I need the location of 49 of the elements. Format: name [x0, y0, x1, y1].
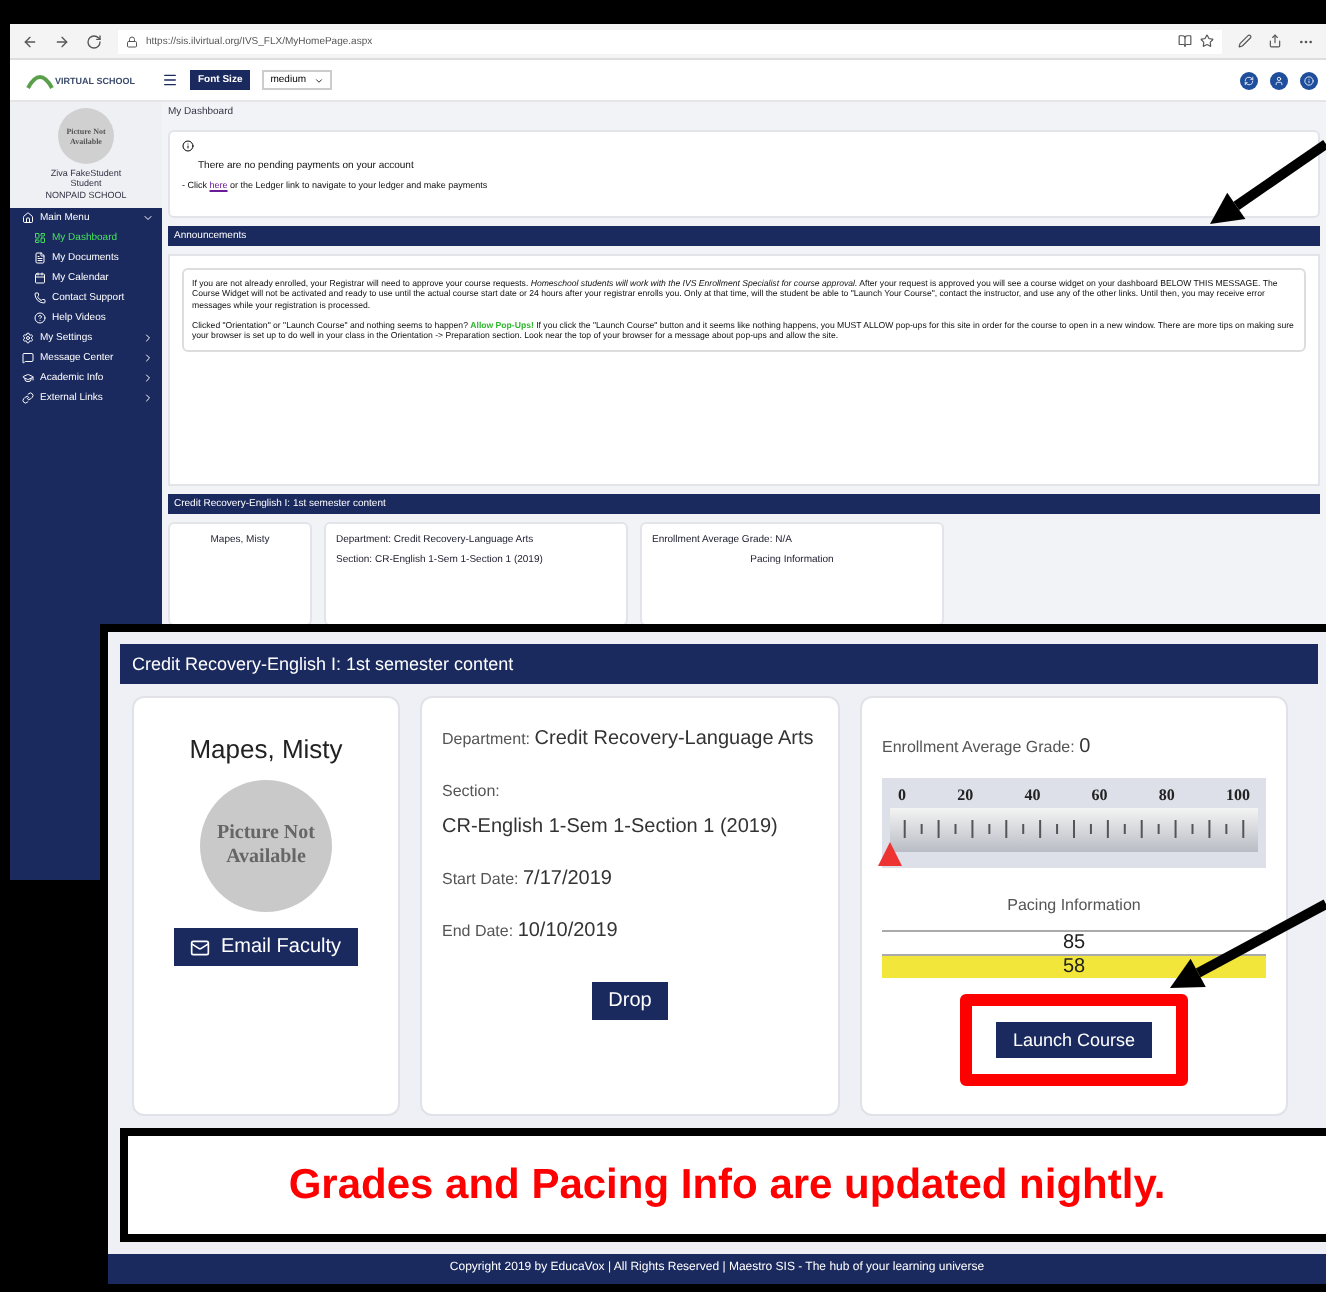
- chat-icon: [22, 352, 34, 365]
- refresh-icon[interactable]: [1240, 71, 1258, 89]
- mail-icon: [190, 937, 211, 957]
- calendar-icon: [34, 272, 46, 285]
- detail-text: Start Date: 7/17/2019: [442, 866, 614, 894]
- phone-icon: [34, 292, 46, 305]
- star-icon[interactable]: [1200, 34, 1214, 48]
- detail-text: Department: Credit Recovery-Language Arts: [442, 726, 816, 754]
- tick-label: 80: [1158, 786, 1175, 804]
- pacing-bar: 85: [882, 930, 1266, 954]
- tick-label: 60: [1091, 786, 1108, 804]
- info-icon: [182, 140, 194, 152]
- grade-text: Enrollment Average Grade: 0: [882, 734, 1093, 762]
- refresh-icon[interactable]: [86, 33, 102, 49]
- caption-text: Grades and Pacing Info are updated nightly.: [120, 1128, 1326, 1242]
- tick-label: 100: [1225, 786, 1250, 804]
- info-icon[interactable]: [1300, 71, 1318, 89]
- placeholder-text: Picture Not Available: [215, 822, 317, 870]
- instructor-name: Mapes, Misty: [189, 734, 343, 764]
- link-icon: [22, 392, 34, 405]
- detail-text: Section: CR-English 1-Sem 1-Section 1 (2019): [442, 780, 780, 842]
- lock-icon: [126, 35, 138, 47]
- home-icon: [22, 212, 34, 225]
- tick-label: 40: [1024, 786, 1041, 804]
- chevron-down-icon: [314, 75, 325, 85]
- graduation-cap-icon: [22, 372, 34, 385]
- course-header: Credit Recovery-English I: 1st semester content: [120, 644, 1318, 684]
- pen-icon[interactable]: [1238, 34, 1252, 48]
- pacing-title: Pacing Information: [1007, 896, 1141, 914]
- detail-text: End Date: 10/10/2019: [442, 918, 620, 946]
- share-icon[interactable]: [1268, 34, 1282, 48]
- tick-label: 20: [957, 786, 974, 804]
- menu-icon[interactable]: [162, 72, 178, 88]
- chevron-down-icon: [142, 212, 154, 225]
- forward-icon[interactable]: [54, 33, 70, 49]
- dashboard-icon: [34, 232, 46, 245]
- back-icon[interactable]: [22, 33, 38, 49]
- launch-course-button[interactable]: Launch Course: [996, 1022, 1152, 1058]
- settings-icon: [22, 332, 34, 345]
- drop-button[interactable]: Drop: [592, 982, 668, 1020]
- pacing-bar: 58: [882, 954, 1266, 978]
- pointer-arrow: [1210, 139, 1326, 224]
- help-icon: [34, 312, 46, 325]
- logo-arc-icon: [25, 71, 54, 89]
- tick-label: 0: [898, 786, 906, 804]
- document-icon: [34, 252, 46, 265]
- user-icon[interactable]: [1270, 71, 1288, 89]
- email-faculty-button[interactable]: Email Faculty: [174, 928, 357, 966]
- reading-view-icon[interactable]: [1178, 34, 1192, 48]
